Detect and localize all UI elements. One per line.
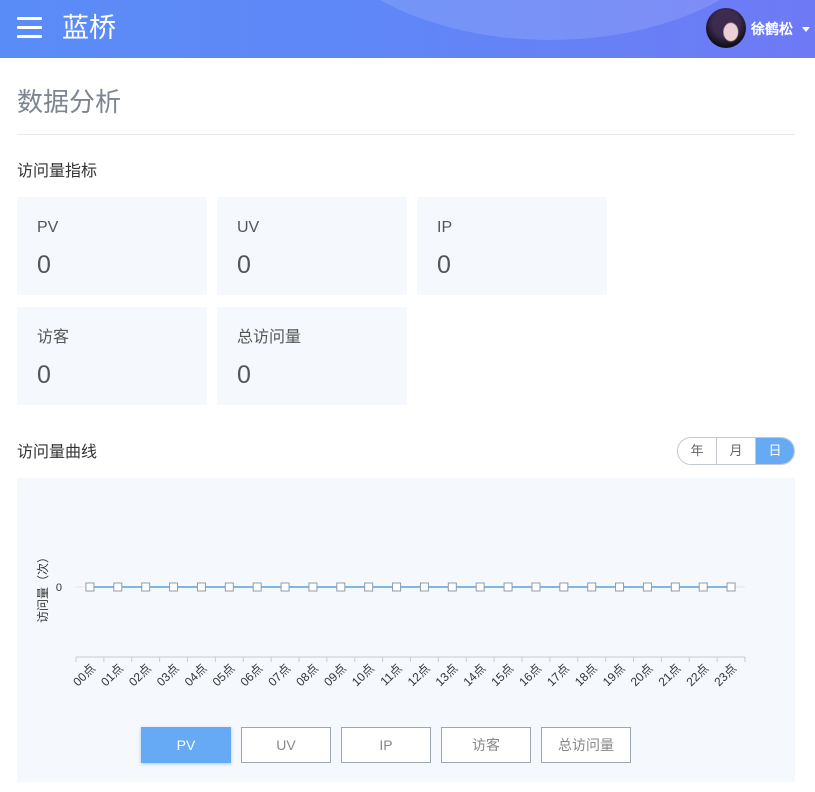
metrics-section-title: 访问量指标: [17, 163, 98, 180]
trend-chart-panel: 0 访问量（次） 00点 01点 02点 03点 04点 05点 06点 07点 08点 09点 10点…: [17, 478, 795, 782]
caret-down-icon[interactable]: [802, 27, 810, 32]
data-point: [642, 582, 652, 592]
data-point: [364, 582, 374, 592]
x-tick-label: 19点: [600, 661, 628, 689]
x-tick-label: 00点: [70, 661, 98, 689]
data-point: [559, 582, 569, 592]
data-point: [252, 582, 262, 592]
x-tick-label: 14点: [460, 661, 488, 689]
x-tick-label: 04点: [182, 661, 210, 689]
metric-card-label: UV: [237, 219, 260, 236]
trend-section-title: 访问量曲线: [17, 444, 98, 461]
metric-card-label: PV: [37, 219, 59, 236]
x-tick-label: 08点: [293, 661, 321, 689]
y-tick-label: 0: [56, 582, 62, 594]
tab-year[interactable]: 年: [678, 438, 716, 464]
data-point: [670, 582, 680, 592]
x-tick-label: 02点: [126, 661, 154, 689]
menu-icon-bar: [17, 26, 42, 29]
data-point: [531, 582, 541, 592]
x-tick-label: 16点: [516, 661, 544, 689]
menu-icon-bar: [17, 17, 42, 20]
range-toggle: 年 月 日: [677, 437, 795, 465]
user-name[interactable]: 徐鹤松: [751, 19, 793, 39]
data-point: [280, 582, 290, 592]
x-tick-label: 22点: [683, 661, 711, 689]
data-point: [141, 582, 151, 592]
metric-card-label: 总访问量: [237, 329, 302, 346]
data-point: [419, 582, 429, 592]
ip-button[interactable]: IP: [341, 727, 431, 763]
x-tick-label: 06点: [237, 661, 265, 689]
metric-switcher: PV UV IP 访客 总访问量: [141, 727, 631, 763]
metric-card-pv: PV 0: [17, 197, 207, 295]
metric-card-ip: IP 0: [417, 197, 607, 295]
visitors-button[interactable]: 访客: [441, 727, 531, 763]
pv-button[interactable]: PV: [141, 727, 231, 763]
metric-card-value: 0: [437, 251, 451, 279]
data-point: [196, 582, 206, 592]
metric-card-value: 0: [237, 361, 251, 389]
y-axis-label: 访问量（次）: [36, 551, 50, 623]
x-tick-label: 23点: [711, 661, 739, 689]
data-point: [224, 582, 234, 592]
x-tick-label: 11点: [377, 661, 404, 688]
menu-icon[interactable]: [17, 17, 42, 38]
data-point: [85, 582, 95, 592]
x-tick-label: 21点: [656, 661, 684, 689]
x-tick-label: 13点: [433, 661, 461, 689]
x-tick-label: 12点: [405, 661, 433, 689]
metric-card-value: 0: [237, 251, 251, 279]
metric-card-total-visits: 总访问量 0: [217, 307, 407, 405]
metric-card-value: 0: [37, 361, 51, 389]
top-navbar: 蓝桥 徐鹤松: [0, 0, 815, 58]
data-point: [447, 582, 457, 592]
x-tick-label: 07点: [265, 661, 293, 689]
user-menu[interactable]: 徐鹤松: [700, 0, 815, 58]
app-title: 蓝桥: [62, 13, 116, 43]
data-point: [587, 582, 597, 592]
data-point: [615, 582, 625, 592]
avatar[interactable]: [706, 8, 746, 48]
data-point: [392, 582, 402, 592]
page-title: 数据分析: [17, 87, 122, 117]
x-tick-label: 20点: [628, 661, 656, 689]
metric-card-label: 访客: [37, 329, 70, 346]
x-tick-label: 17点: [544, 661, 572, 689]
x-tick-label: 05点: [210, 661, 238, 689]
data-point: [503, 582, 513, 592]
metric-card-uv: UV 0: [217, 197, 407, 295]
data-point: [308, 582, 318, 592]
data-point: [169, 582, 179, 592]
menu-icon-bar: [17, 35, 42, 38]
data-point: [336, 582, 346, 592]
tab-day[interactable]: 日: [755, 438, 794, 464]
metric-card-label: IP: [437, 219, 453, 236]
x-tick-label: 15点: [488, 661, 516, 689]
data-point: [726, 582, 736, 592]
total-visits-button[interactable]: 总访问量: [541, 727, 631, 763]
x-tick-label: 03点: [154, 661, 182, 689]
x-tick-label: 01点: [98, 661, 126, 689]
tab-month[interactable]: 月: [716, 438, 755, 464]
data-point: [698, 582, 708, 592]
uv-button[interactable]: UV: [241, 727, 331, 763]
x-tick-label: 18点: [572, 661, 600, 689]
data-point: [113, 582, 123, 592]
title-divider: [17, 134, 795, 135]
data-point: [475, 582, 485, 592]
x-tick-label: 10点: [349, 661, 377, 689]
x-tick-label: 09点: [321, 661, 349, 689]
metric-card-value: 0: [37, 251, 51, 279]
metric-card-visitors: 访客 0: [17, 307, 207, 405]
